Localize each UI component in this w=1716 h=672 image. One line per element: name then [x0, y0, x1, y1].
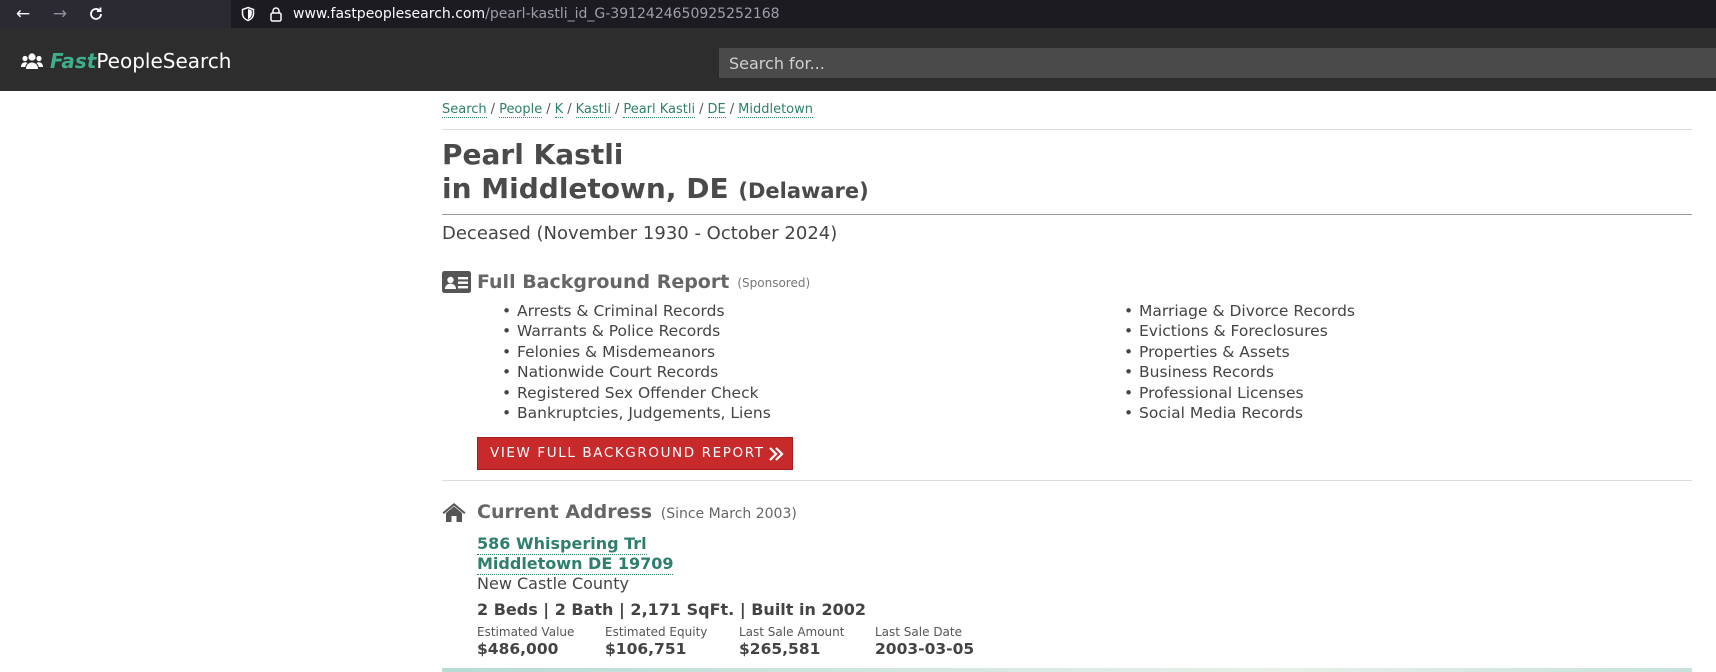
stat-last-sale-amount: Last Sale Amount $265,581: [739, 625, 844, 659]
shield-icon[interactable]: [240, 6, 256, 22]
double-chevron-right-icon: [769, 447, 784, 461]
list-item: Evictions & Foreclosures: [1124, 321, 1355, 342]
person-name: Pearl Kastli: [442, 138, 624, 171]
id-card-icon: [442, 271, 471, 293]
location-city-state: in Middletown, DE: [442, 172, 729, 205]
divider: [442, 214, 1692, 215]
list-item: Properties & Assets: [1124, 342, 1355, 363]
property-specs: 2 Beds | 2 Bath | 2,171 SqFt. | Built in…: [477, 600, 866, 619]
list-item: Nationwide Court Records: [502, 362, 771, 383]
site-logo[interactable]: FastPeopleSearch: [50, 49, 231, 73]
reload-icon[interactable]: [85, 3, 107, 25]
list-item: Registered Sex Offender Check: [502, 383, 771, 404]
home-icon: [442, 503, 466, 522]
back-arrow-icon[interactable]: ←: [12, 3, 34, 25]
stat-label: Last Sale Date: [875, 625, 962, 639]
list-item: Felonies & Misdemeanors: [502, 342, 771, 363]
address-street-link[interactable]: 586 Whispering Trl: [477, 534, 647, 555]
stat-last-sale-date: Last Sale Date 2003-03-05: [875, 625, 974, 659]
list-item: Business Records: [1124, 362, 1355, 383]
list-item: Professional Licenses: [1124, 383, 1355, 404]
stat-estimated-equity: Estimated Equity $106,751: [605, 625, 707, 659]
users-icon: [21, 53, 43, 69]
list-item: Marriage & Divorce Records: [1124, 301, 1355, 322]
list-item: Warrants & Police Records: [502, 321, 771, 342]
person-location: in Middletown, DE (Delaware): [442, 172, 869, 208]
logo-rest-text: PeopleSearch: [96, 49, 232, 73]
sponsored-label: (Sponsored): [737, 275, 811, 290]
divider: [442, 480, 1692, 481]
url-path: /pearl-kastli_id_G-3912424650925252168: [485, 6, 780, 22]
stat-value: $486,000: [477, 640, 559, 658]
report-features-right: Marriage & Divorce Records Evictions & F…: [1124, 301, 1355, 424]
breadcrumb-surname[interactable]: Kastli: [575, 102, 611, 118]
stat-value: $265,581: [739, 640, 821, 658]
breadcrumb-state[interactable]: DE: [707, 102, 726, 118]
forward-arrow-icon[interactable]: →: [49, 3, 71, 25]
breadcrumb-search[interactable]: Search: [442, 102, 487, 118]
report-features-left: Arrests & Criminal Records Warrants & Po…: [502, 301, 771, 424]
stat-label: Last Sale Amount: [739, 625, 845, 639]
address-city-link[interactable]: Middletown DE 19709: [477, 554, 674, 575]
list-item: Bankruptcies, Judgements, Liens: [502, 403, 771, 424]
stat-estimated-value: Estimated Value $486,000: [477, 625, 574, 659]
divider: [442, 129, 1692, 130]
breadcrumb-letter[interactable]: K: [554, 102, 564, 118]
current-address-heading: Current Address: [477, 501, 653, 523]
breadcrumb-fullname[interactable]: Pearl Kastli: [623, 102, 696, 118]
background-report-heading: Full Background Report: [477, 271, 730, 293]
background-report-title: Full Background Report (Sponsored): [477, 269, 810, 296]
stat-label: Estimated Value: [477, 625, 575, 639]
location-state-full: (Delaware): [738, 179, 869, 203]
stat-value: $106,751: [605, 640, 687, 658]
stat-label: Estimated Equity: [605, 625, 708, 639]
current-address-title: Current Address (Since March 2003): [477, 499, 797, 527]
browser-toolbar: ← → www.fastpeoplesearch.com/pearl-kastl…: [0, 0, 1716, 28]
address-map[interactable]: [442, 668, 1692, 672]
address-county: New Castle County: [477, 574, 629, 593]
list-item: Social Media Records: [1124, 403, 1355, 424]
view-background-report-button[interactable]: VIEW FULL BACKGROUND REPORT: [477, 437, 793, 470]
breadcrumb-city[interactable]: Middletown: [738, 102, 814, 118]
report-button-label: VIEW FULL BACKGROUND REPORT: [490, 445, 765, 461]
logo-fast-text: Fast: [50, 49, 97, 73]
breadcrumb: Search / People / K / Kastli / Pearl Kastli / DE / M…: [442, 102, 814, 118]
list-item: Arrests & Criminal Records: [502, 301, 771, 322]
search-input[interactable]: [719, 48, 1716, 78]
address-since: (Since March 2003): [660, 506, 797, 522]
url-host: www.fastpeoplesearch.com: [293, 6, 486, 22]
deceased-status: Deceased (November 1930 - October 2024): [442, 223, 838, 244]
lock-icon[interactable]: [268, 6, 284, 22]
stat-value: 2003-03-05: [875, 640, 975, 658]
url-text[interactable]: www.fastpeoplesearch.com/pearl-kastli_id…: [293, 4, 780, 24]
breadcrumb-people[interactable]: People: [499, 102, 543, 118]
site-header: FastPeopleSearch: [0, 28, 1716, 91]
